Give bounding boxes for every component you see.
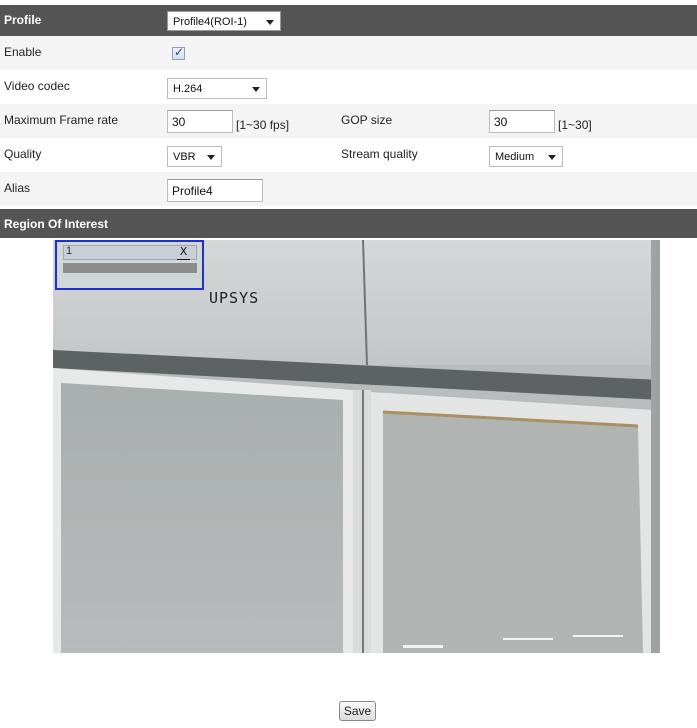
video-codec-label: Video codec (4, 79, 70, 93)
stream-quality-label: Stream quality (341, 147, 418, 161)
frame-rate-label: Maximum Frame rate (4, 113, 119, 127)
camera-image (53, 240, 660, 653)
profile-select-value: Profile4(ROI-1) (173, 16, 247, 28)
alias-label: Alias (4, 181, 31, 195)
roi-number: 1 (66, 245, 73, 257)
enable-label: Enable (4, 45, 42, 59)
close-icon[interactable]: X (177, 246, 190, 260)
gop-size-input[interactable]: 30 (489, 110, 555, 133)
profile-label: Profile (4, 13, 42, 27)
profile-row: Profile Profile4(ROI-1) (0, 5, 697, 36)
chevron-down-icon (548, 155, 556, 160)
roi-section-label: Region Of Interest (4, 217, 109, 231)
gop-size-label: GOP size (341, 113, 393, 127)
alias-input[interactable]: Profile4 (167, 179, 263, 202)
video-codec-value: H.264 (173, 83, 203, 95)
chevron-down-icon (266, 20, 274, 25)
save-button[interactable]: Save (339, 701, 376, 721)
frame-rate-row: Maximum Frame rate 30 [1~30 fps] GOP siz… (0, 104, 697, 138)
quality-select[interactable]: VBR (167, 146, 222, 167)
quality-row: Quality VBR Stream quality Medium (0, 138, 697, 172)
alias-row: Alias Profile4 (0, 172, 697, 206)
video-preview[interactable] (53, 240, 660, 653)
profile-select[interactable]: Profile4(ROI-1) (167, 11, 281, 31)
video-codec-row: Video codec H.264 (0, 70, 697, 104)
frame-rate-range: [1~30 fps] (236, 118, 290, 132)
frame-rate-input[interactable]: 30 (167, 110, 233, 133)
roi-box[interactable]: 1 X (55, 240, 204, 290)
quality-label: Quality (4, 147, 42, 161)
stream-quality-select[interactable]: Medium (489, 146, 563, 167)
enable-row: Enable (0, 36, 697, 70)
video-codec-select[interactable]: H.264 (167, 78, 267, 99)
chevron-down-icon (252, 87, 260, 92)
roi-section-header: Region Of Interest (0, 209, 697, 238)
enable-checkbox[interactable] (172, 45, 185, 60)
quality-value: VBR (173, 151, 196, 163)
chevron-down-icon (207, 155, 215, 160)
gop-size-range: [1~30] (558, 118, 592, 132)
camera-overlay-text: UPSYS (209, 289, 260, 307)
stream-quality-value: Medium (495, 151, 535, 163)
roi-handle-bar[interactable] (63, 263, 197, 273)
